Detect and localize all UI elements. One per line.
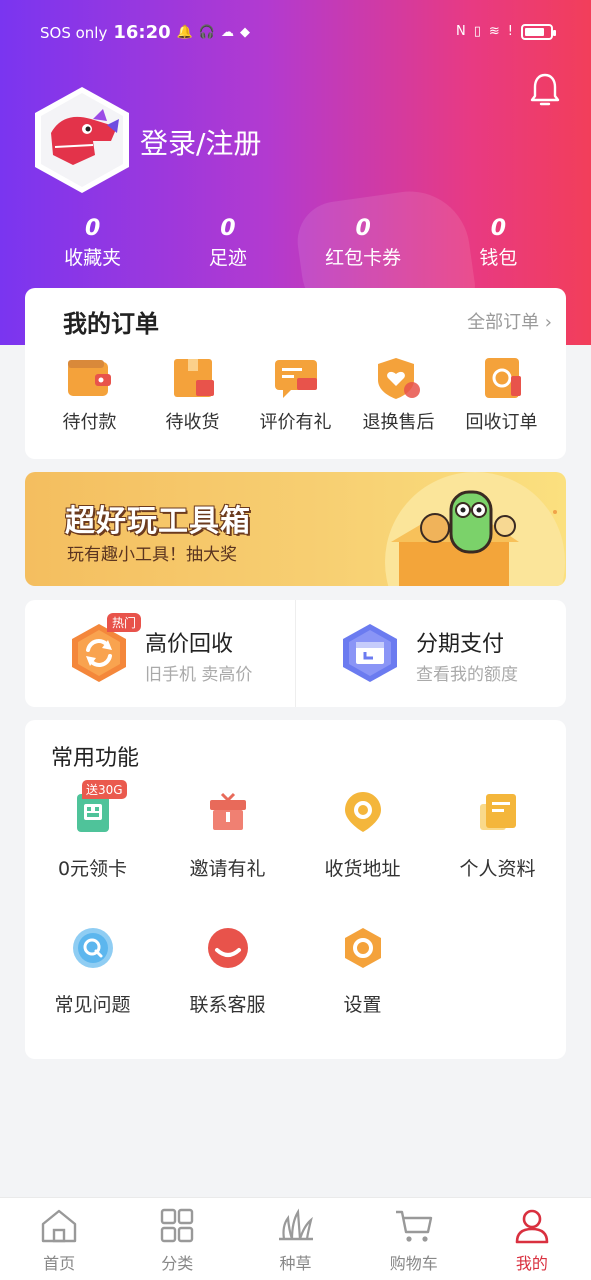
nfc-icon: N	[455, 24, 466, 39]
tab-category[interactable]: 分类	[118, 1198, 236, 1280]
stat-favorites[interactable]: 0 收藏夹	[25, 215, 160, 277]
high-price-recycle-entry[interactable]: 热门 高价回收 旧手机 卖高价	[25, 600, 295, 707]
hot-badge: 热门	[107, 613, 142, 632]
function-label: 收货地址	[324, 858, 401, 880]
shipping-address-entry[interactable]: 收货地址	[295, 790, 430, 881]
banner-subtitle: 玩有趣小工具！抽大奖	[67, 545, 237, 565]
stat-value: 0	[84, 216, 101, 241]
avatar[interactable]	[33, 85, 131, 195]
wifi-icon: ≋	[488, 24, 500, 39]
toolbox-banner[interactable]: 超好玩工具箱 玩有趣小工具！抽大奖	[25, 472, 566, 586]
recycle-title: 高价回收	[145, 632, 234, 657]
bottom-tab-bar: 首页 分类 种草 购物车 我的	[0, 1197, 591, 1280]
stat-value: 0	[355, 216, 371, 241]
stat-label: 收藏夹	[64, 247, 122, 269]
stat-value: 0	[220, 216, 236, 241]
notification-bell-icon: 🔔	[176, 24, 193, 40]
installment-payment-entry[interactable]: 分期支付 查看我的额度	[296, 600, 566, 707]
function-label: 个人资料	[459, 858, 536, 880]
customer-service-entry[interactable]: 联系客服	[160, 926, 295, 1017]
stat-wallet[interactable]: 0 钱包	[431, 215, 566, 277]
invite-gift-entry[interactable]: 邀请有礼	[160, 790, 295, 881]
cloud-icon: ☁	[221, 24, 235, 40]
function-label: 0元领卡	[57, 858, 128, 880]
stat-value: 0	[490, 216, 507, 241]
order-pending-payment[interactable]: 待付款	[38, 356, 141, 434]
data-bonus-badge: 送30G	[82, 780, 127, 799]
order-after-sales[interactable]: 退换售后	[347, 356, 450, 434]
shield-heart-icon	[377, 358, 420, 399]
tab-label: 分类	[161, 1254, 194, 1273]
clock-text: 16:20	[113, 22, 171, 43]
tab-label: 我的	[515, 1254, 548, 1273]
user-icon	[515, 1209, 549, 1244]
orders-title: 我的订单	[63, 310, 159, 338]
tab-label: 种草	[279, 1254, 312, 1273]
tab-label: 首页	[43, 1254, 76, 1273]
app-badge-icon: ◆	[240, 24, 251, 40]
profile-doc-icon	[479, 794, 516, 830]
order-item-label: 待收货	[165, 412, 220, 433]
recycle-subtitle: 旧手机 卖高价	[145, 665, 253, 685]
carrier-text: SOS only	[40, 23, 108, 42]
login-register-link[interactable]: 登录/注册	[140, 122, 261, 162]
installment-subtitle: 查看我的额度	[416, 665, 518, 685]
wallet-icon	[67, 360, 111, 396]
order-pending-receipt[interactable]: 待收货	[141, 356, 244, 434]
toolbox-mascot-illustration	[385, 472, 565, 586]
settings-icon	[344, 928, 381, 968]
order-item-label: 待付款	[62, 412, 117, 433]
installment-card-icon	[343, 624, 397, 682]
function-label: 设置	[343, 994, 382, 1016]
comment-icon	[274, 360, 317, 398]
personal-profile-entry[interactable]: 个人资料	[430, 790, 565, 881]
location-pin-icon	[344, 792, 381, 832]
stat-coupons[interactable]: 0 红包卡券	[296, 215, 431, 277]
tab-grass[interactable]: 种草	[236, 1198, 354, 1280]
category-icon	[161, 1208, 194, 1243]
order-recycle[interactable]: 回收订单	[450, 356, 553, 434]
customer-service-icon	[207, 928, 248, 968]
vibrate-icon: ▯	[473, 24, 481, 39]
function-label: 邀请有礼	[189, 858, 266, 880]
tab-mine[interactable]: 我的	[473, 1198, 591, 1280]
order-item-label: 评价有礼	[259, 412, 332, 433]
tab-cart[interactable]: 购物车	[355, 1198, 473, 1280]
sim-alert-icon: !	[507, 24, 513, 39]
order-item-label: 回收订单	[465, 412, 538, 433]
message-bell-icon[interactable]	[528, 72, 562, 108]
cart-icon	[395, 1210, 432, 1242]
stat-label: 足迹	[208, 247, 247, 269]
installment-title: 分期支付	[416, 632, 505, 657]
order-review[interactable]: 评价有礼	[244, 356, 347, 434]
home-icon	[41, 1209, 77, 1243]
profile-stats: 0 收藏夹 0 足迹 0 红包卡券 0 钱包	[25, 215, 566, 277]
functions-title: 常用功能	[51, 746, 140, 771]
all-orders-link[interactable]: 全部订单 ›	[467, 308, 552, 334]
free-sim-card-entry[interactable]: 送30G 0元领卡	[25, 780, 160, 881]
gift-icon	[209, 792, 246, 830]
function-label: 联系客服	[189, 994, 266, 1016]
my-orders-card: 我的订单 全部订单 › 待付款 待收货 评价有礼 退换售后 回收订单	[25, 288, 566, 459]
stat-label: 钱包	[479, 247, 518, 269]
headphones-icon: 🎧	[198, 24, 216, 40]
settings-entry[interactable]: 设置	[295, 926, 430, 1017]
tab-label: 购物车	[389, 1254, 438, 1273]
battery-icon	[521, 24, 556, 40]
status-bar: SOS only 16:20 🔔 🎧 ☁ ◆ N ▯ ≋ !	[0, 18, 591, 48]
question-icon	[72, 928, 113, 968]
promo-dual-card: 热门 高价回收 旧手机 卖高价 分期支付 查看我的额度	[25, 600, 566, 707]
function-label: 常见问题	[54, 994, 131, 1016]
order-item-label: 退换售后	[362, 412, 435, 433]
faq-entry[interactable]: 常见问题	[25, 926, 160, 1017]
tab-home[interactable]: 首页	[0, 1198, 118, 1280]
stat-label: 红包卡券	[325, 247, 402, 269]
stat-footprints[interactable]: 0 足迹	[160, 215, 295, 277]
banner-title: 超好玩工具箱	[65, 504, 251, 539]
package-icon	[173, 359, 214, 397]
recycle-doc-icon	[484, 358, 521, 398]
grass-icon	[278, 1208, 313, 1241]
common-functions-card: 常用功能 送30G 0元领卡 邀请有礼 收货地址 个人资料 常见问题 联系客服 …	[25, 720, 566, 1059]
